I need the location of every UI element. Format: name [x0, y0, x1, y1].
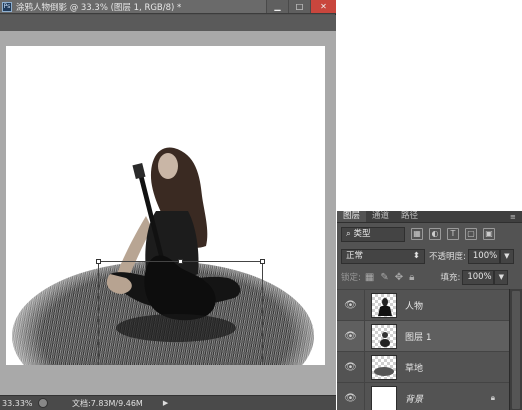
opacity-dropdown-icon[interactable]: ▼: [499, 248, 514, 264]
filter-kind-select[interactable]: ⌕ 类型: [341, 226, 405, 242]
layer-name[interactable]: 人物: [405, 299, 423, 312]
smart-object-filter-icon[interactable]: ▣: [483, 228, 495, 240]
fill-label: 填充:: [440, 273, 461, 283]
document-window: Ps 涂鸦人物倒影 @ 33.3% (图层 1, RGB/8) * ▁ □ ✕: [0, 0, 336, 410]
document-title: 涂鸦人物倒影 @ 33.3% (图层 1, RGB/8) *: [16, 2, 182, 13]
status-menu-arrow-icon[interactable]: ▶: [163, 399, 168, 407]
zoom-level[interactable]: 33.33%: [2, 399, 33, 408]
document-titlebar[interactable]: Ps 涂鸦人物倒影 @ 33.3% (图层 1, RGB/8) * ▁ □ ✕: [0, 0, 336, 14]
layer-name[interactable]: 草地: [405, 361, 423, 374]
person-thumbnail-icon: [378, 297, 392, 316]
layer-name[interactable]: 背景: [405, 392, 423, 405]
visibility-eye-icon[interactable]: 👁︎: [337, 382, 365, 410]
tab-layers[interactable]: 图层: [337, 211, 367, 222]
tab-channels[interactable]: 通道: [366, 211, 395, 222]
transform-handle-top-mid[interactable]: [178, 259, 183, 264]
status-bar: 33.33% 文档:7.83M/9.46M ▶: [0, 395, 336, 410]
blend-row: 正常 ⬍ 不透明度: 100% ▼: [337, 248, 522, 264]
opacity-label: 不透明度:: [429, 252, 466, 262]
blend-mode-value: 正常: [346, 250, 364, 261]
lock-row: 锁定: ▦ ✎ ✥ 🔒︎ 填充: 100% ▼: [337, 269, 522, 285]
filter-kind-label: 类型: [353, 228, 371, 239]
visibility-eye-icon[interactable]: 👁︎: [337, 351, 365, 383]
visibility-eye-icon[interactable]: 👁︎: [337, 289, 365, 321]
adjustment-filter-icon[interactable]: ◐: [429, 228, 441, 240]
document-canvas[interactable]: [6, 46, 325, 365]
stepper-icon: ⬍: [412, 250, 420, 261]
status-icon[interactable]: [38, 398, 48, 408]
transform-handle-top-left[interactable]: [96, 259, 101, 264]
layer-row[interactable]: 👁︎ 背景 🔒︎: [337, 382, 509, 410]
panel-menu-icon[interactable]: ≡: [510, 212, 522, 222]
tab-paths[interactable]: 路径: [395, 211, 424, 222]
layer-row[interactable]: 👁︎ 草地: [337, 351, 509, 383]
lock-transparent-icon[interactable]: ▦: [365, 272, 374, 283]
lock-icon: 🔒︎: [490, 393, 495, 402]
layers-scrollbar[interactable]: [509, 289, 522, 410]
layer-row-selected[interactable]: 👁︎ 图层 1: [337, 320, 509, 352]
person-thumbnail-icon: [380, 331, 390, 347]
transform-bounding-box[interactable]: [96, 259, 265, 365]
photoshop-app-icon: Ps: [2, 1, 12, 12]
layer-thumbnail: [371, 385, 397, 410]
grass-thumbnail: [374, 366, 394, 376]
transform-handle-top-right[interactable]: [260, 259, 265, 264]
lock-label: 锁定:: [341, 273, 361, 283]
shape-filter-icon[interactable]: ▢: [465, 228, 477, 240]
layer-thumbnail: [371, 323, 397, 349]
opacity-input[interactable]: 100%: [467, 248, 500, 264]
type-filter-icon[interactable]: T: [447, 228, 459, 240]
layer-row[interactable]: 👁︎ 人物: [337, 289, 509, 321]
scrollbar-thumb[interactable]: [512, 291, 520, 409]
pixel-filter-icon[interactable]: ▦: [411, 228, 423, 240]
filter-row: ⌕ 类型 ▦ ◐ T ▢ ▣: [337, 226, 522, 242]
fill-input[interactable]: 100%: [462, 269, 495, 285]
document-size: 文档:7.83M/9.46M: [72, 398, 143, 408]
lock-position-icon[interactable]: ✥: [395, 272, 403, 283]
panel-tabs: 图层 通道 路径 ≡: [337, 211, 522, 223]
blend-mode-select[interactable]: 正常 ⬍: [341, 248, 425, 264]
close-button[interactable]: ✕: [310, 0, 336, 13]
layer-thumbnail: [371, 292, 397, 318]
layers-panel: 图层 通道 路径 ≡ ⌕ 类型 ▦ ◐ T ▢ ▣ 正常 ⬍ 不透明度: 100%…: [337, 211, 522, 410]
lock-all-icon[interactable]: 🔒︎: [409, 272, 414, 283]
maximize-button[interactable]: □: [288, 0, 310, 13]
lock-image-icon[interactable]: ✎: [380, 272, 388, 283]
visibility-eye-icon[interactable]: 👁︎: [337, 320, 365, 352]
layer-thumbnail: [371, 354, 397, 380]
minimize-button[interactable]: ▁: [266, 0, 288, 13]
fill-dropdown-icon[interactable]: ▼: [494, 269, 509, 285]
layer-name[interactable]: 图层 1: [405, 330, 432, 343]
